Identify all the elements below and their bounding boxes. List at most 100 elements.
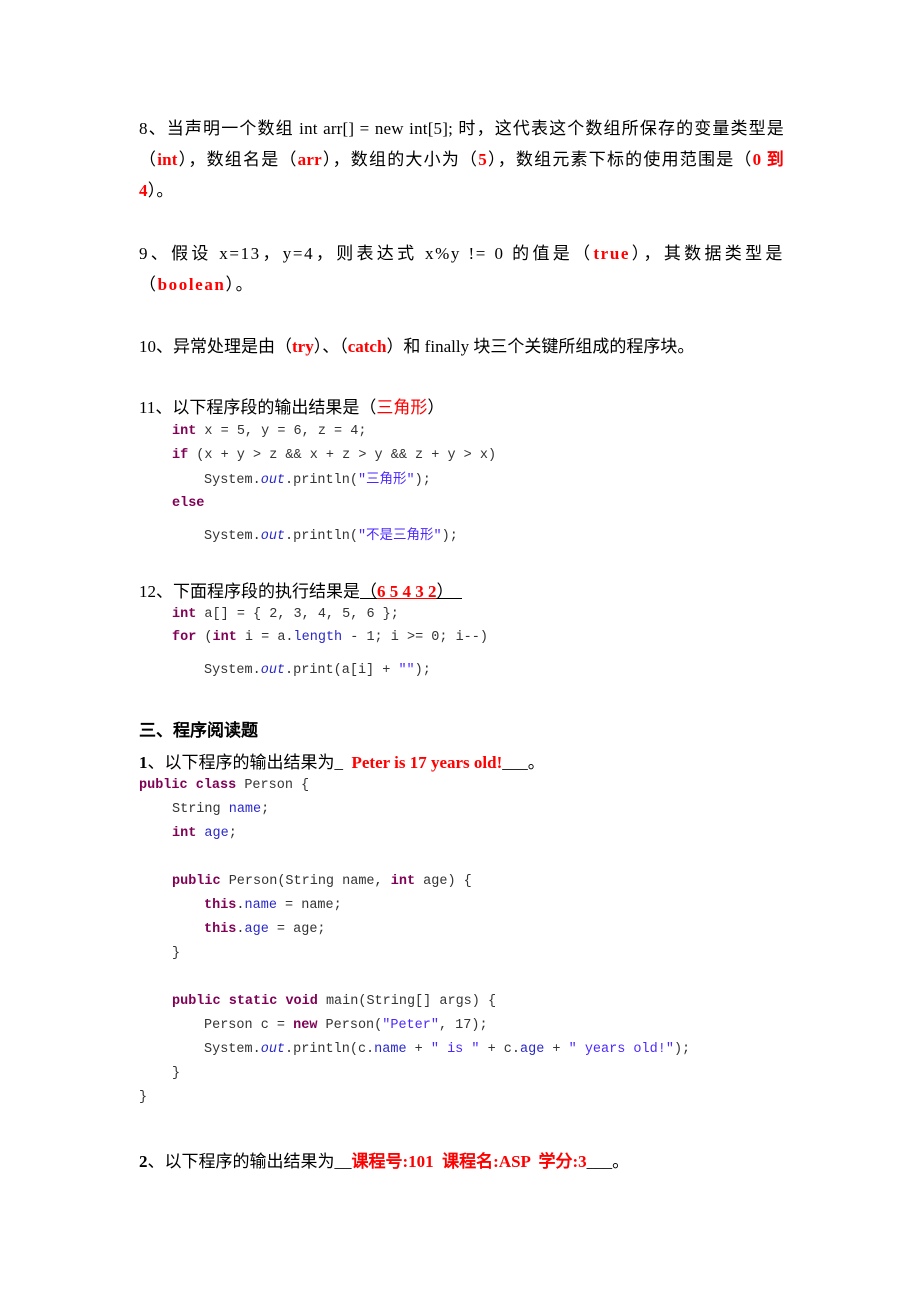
- code-text: System.: [204, 473, 261, 488]
- s3q1-code-line-5: this.name = name;: [204, 898, 342, 914]
- code-field: name: [374, 1042, 407, 1057]
- code-field: length: [293, 630, 343, 645]
- code-text: Person(: [317, 1018, 383, 1033]
- code-text: +: [406, 1042, 431, 1057]
- q10-text: ）和 finally 块三个关键所组成的程序块。: [386, 337, 695, 356]
- s3q1-text: ___。: [502, 753, 545, 772]
- code-field: out: [260, 663, 286, 678]
- code-keyword: int: [172, 826, 197, 841]
- section3-question-2: 2、以下程序的输出结果为__课程号:101 课程名:ASP 学分:3___。: [139, 1146, 784, 1177]
- question-8: 8、当声明一个数组 int arr[] = new int[5]; 时，这代表这…: [139, 113, 784, 206]
- q12-answer-blank: （6 5 4 3 2）: [360, 582, 462, 601]
- s3q1-code-line-11: }: [172, 1066, 180, 1082]
- code-text: .: [236, 922, 245, 937]
- code-text: , 17);: [438, 1018, 488, 1033]
- code-text: .print(a[i] +: [285, 663, 399, 678]
- q10-text: 10、异常处理是由（: [139, 337, 292, 356]
- s3q1-code-line-2: String name;: [172, 802, 269, 818]
- s3q1-code-line-3: int age;: [172, 826, 237, 842]
- code-keyword: int: [390, 874, 416, 889]
- code-text: }: [139, 1090, 148, 1105]
- code-text: );: [673, 1042, 691, 1057]
- code-string: "": [398, 663, 415, 678]
- code-text: x = 5, y = 6, z = 4;: [196, 424, 367, 439]
- code-string: "三角形": [357, 473, 415, 488]
- code-text: System.: [204, 1042, 261, 1057]
- code-keyword: int: [172, 607, 197, 622]
- code-string: "不是三角形": [357, 529, 442, 544]
- q12-text: ）: [436, 582, 454, 601]
- code-keyword: int: [172, 424, 197, 439]
- q10-answer-catch: catch: [347, 337, 387, 356]
- code-text: = name;: [276, 898, 342, 913]
- code-text: ;: [228, 826, 237, 841]
- q10-text: ）、（: [313, 337, 348, 356]
- code-text: }: [172, 1066, 181, 1081]
- code-text: Person(String name,: [220, 874, 391, 889]
- s3q1-code-line-6: this.age = age;: [204, 922, 326, 938]
- s3q2-answer: 课程号:101 课程名:ASP 学分:3: [351, 1152, 587, 1171]
- code-field: age: [204, 826, 229, 841]
- question-9: 9、假设 x=13，y=4，则表达式 x%y != 0 的值是（true），其数…: [139, 238, 784, 300]
- code-text: main(String[] args) {: [317, 994, 497, 1009]
- question-number: 2: [139, 1152, 148, 1171]
- code-keyword: this: [204, 898, 237, 913]
- code-text: System.: [204, 529, 261, 544]
- section-heading: 三、程序阅读题: [139, 721, 258, 740]
- code-keyword: public: [172, 874, 221, 889]
- q11-answer: 三角形: [376, 398, 428, 417]
- code-text: String: [172, 802, 229, 817]
- code-field: name: [228, 802, 262, 817]
- code-text: +: [544, 1042, 569, 1057]
- code-keyword: class: [195, 778, 237, 793]
- code-text: a[] = { 2, 3, 4, 5, 6 };: [196, 607, 399, 622]
- question-12: 12、下面程序段的执行结果是（6 5 4 3 2）: [139, 576, 784, 607]
- code-text: .: [236, 898, 245, 913]
- code-keyword: public: [172, 994, 221, 1009]
- q12-text: 12、下面程序段的执行结果是: [139, 582, 360, 601]
- code-keyword: this: [204, 922, 237, 937]
- q8-answer-name: arr: [297, 150, 322, 169]
- code-keyword: void: [285, 994, 318, 1009]
- s3q1-code-line-1: public class Person {: [139, 778, 309, 794]
- code-text: System.: [204, 663, 261, 678]
- code-keyword: new: [293, 1018, 318, 1033]
- code-text: (: [196, 630, 213, 645]
- code-keyword: else: [172, 496, 205, 511]
- code-text: .println(: [285, 473, 358, 488]
- q12-answer: 6 5 4 3 2: [377, 582, 437, 601]
- code-field: out: [260, 473, 286, 488]
- q11-code-line-1: int x = 5, y = 6, z = 4;: [172, 424, 366, 440]
- code-field: name: [244, 898, 277, 913]
- q11-code-line-2: if (x + y > z && x + z > y && z + y > x): [172, 448, 496, 464]
- s3q1-code-line-4: public Person(String name, int age) {: [172, 874, 472, 890]
- q12-text: （: [360, 582, 377, 601]
- code-keyword: for: [172, 630, 197, 645]
- section3-question-1: 1、以下程序的输出结果为_ Peter is 17 years old!___。: [139, 747, 784, 778]
- code-text: .println(c.: [285, 1042, 375, 1057]
- s3q1-code-line-7: }: [172, 946, 180, 962]
- q8-text: ）。: [147, 181, 174, 200]
- q9-answer-value: true: [593, 244, 631, 263]
- code-text: );: [414, 473, 431, 488]
- s3q2-text: 、以下程序的输出结果为__: [147, 1152, 352, 1171]
- code-keyword: public: [139, 778, 188, 793]
- code-text: = age;: [268, 922, 326, 937]
- code-string: " is ": [430, 1042, 480, 1057]
- code-text: );: [414, 663, 431, 678]
- q8-answer-size: 5: [478, 150, 487, 169]
- code-field: age: [244, 922, 269, 937]
- q11-code-line-5: System.out.println("不是三角形");: [204, 529, 458, 545]
- q11-code-line-3: System.out.println("三角形");: [204, 473, 431, 489]
- code-text: (x + y > z && x + z > y && z + y > x): [188, 448, 497, 463]
- q12-code-line-3: System.out.print(a[i] + "");: [204, 663, 431, 679]
- q8-text: ），数组的大小为（: [321, 150, 479, 169]
- q11-text: 11、以下程序段的输出结果是（: [139, 398, 377, 417]
- code-keyword: int: [212, 630, 237, 645]
- code-text: }: [172, 946, 181, 961]
- q10-answer-try: try: [292, 337, 314, 356]
- q8-answer-type: int: [157, 150, 178, 169]
- s3q1-code-line-12: }: [139, 1090, 147, 1106]
